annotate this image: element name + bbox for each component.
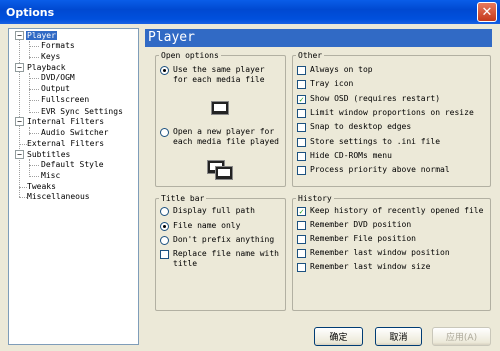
history-option-label[interactable]: Remember last window position (310, 248, 450, 258)
tree-guide-line (29, 73, 30, 113)
tree-item-dvd-ogm[interactable]: DVD/OGM (40, 72, 76, 83)
page-title: Player (145, 29, 492, 47)
history-option-label[interactable]: Remember File position (310, 234, 416, 244)
tree-guide-line (29, 100, 39, 101)
tree-item-default-style[interactable]: Default Style (40, 159, 105, 170)
window-title: Options (6, 5, 55, 19)
other-checkbox[interactable] (297, 123, 306, 133)
tree-item-label: Fullscreen (41, 95, 90, 104)
tree-item-label: Tweaks (27, 182, 56, 191)
tree-item-label: Audio Switcher (41, 128, 109, 137)
tree-guide-line (29, 46, 39, 47)
single-monitor-icon (211, 101, 229, 115)
other-checkbox[interactable]: ✓ (297, 94, 306, 104)
history-option-label[interactable]: Remember DVD position (310, 220, 411, 230)
tree-item-fullscreen[interactable]: Fullscreen (40, 94, 90, 105)
cancel-button[interactable]: 取消 (375, 327, 422, 346)
history-checkbox[interactable] (297, 235, 306, 244)
collapse-icon[interactable]: − (15, 31, 24, 40)
history-checkbox[interactable] (297, 263, 306, 272)
tree-guide-line (29, 165, 39, 166)
other-option-label[interactable]: Always on top (310, 65, 373, 75)
other-checkbox[interactable] (297, 66, 306, 75)
history-checkbox[interactable] (297, 249, 306, 258)
tree-item-label: Formats (41, 41, 75, 50)
new-player-label[interactable]: Open a new player for each media file pl… (173, 127, 283, 147)
tree-guide-line (29, 176, 39, 177)
tree-item-miscellaneous[interactable]: Miscellaneous (26, 191, 91, 202)
tree-item-audio-switcher[interactable]: Audio Switcher (40, 127, 109, 138)
tree-item-misc[interactable]: Misc (40, 170, 61, 181)
tree-guide-line (29, 159, 30, 177)
history-checkbox[interactable]: ✓ (297, 207, 306, 216)
tree-item-formats[interactable]: Formats (40, 40, 76, 51)
other-legend: Other (298, 51, 323, 60)
history-checkbox[interactable] (297, 221, 306, 230)
tree-item-label: Playback (27, 63, 66, 72)
history-legend: History (298, 194, 332, 203)
new-player-radio[interactable] (160, 128, 169, 137)
tree-guide-line (29, 133, 39, 134)
apply-button[interactable]: 应用(A) (432, 327, 491, 346)
tree-item-keys[interactable]: Keys (40, 51, 61, 62)
replace-with-title-label[interactable]: Replace file name with title (173, 249, 283, 269)
window-titlebar: Options (0, 0, 500, 24)
file-name-only-radio[interactable] (160, 222, 169, 231)
tree-guide-line (29, 57, 39, 58)
tree-guide-line (29, 112, 39, 113)
tree-item-label: Keys (41, 52, 61, 61)
tree-item-external-filters[interactable]: External Filters (26, 138, 105, 149)
collapse-icon[interactable]: − (15, 117, 24, 126)
tree-item-label: Misc (41, 171, 61, 180)
other-checkbox[interactable] (297, 80, 306, 90)
dont-prefix-radio[interactable] (160, 236, 169, 245)
file-name-only-label[interactable]: File name only (173, 221, 240, 231)
same-player-label[interactable]: Use the same player for each media file (173, 65, 283, 85)
history-option-label[interactable]: Remember last window size (310, 262, 430, 272)
close-icon[interactable]: ✕ (477, 2, 497, 22)
other-checkbox[interactable] (297, 137, 306, 147)
tree-item-label: Miscellaneous (27, 192, 90, 201)
collapse-icon[interactable]: − (15, 150, 24, 159)
tree-item-label: Output (41, 84, 70, 93)
dont-prefix-label[interactable]: Don't prefix anything (173, 235, 274, 245)
title-bar-legend: Title bar (161, 194, 205, 203)
other-option-label[interactable]: Snap to desktop edges (310, 122, 411, 132)
tree-guide-line (29, 78, 39, 79)
other-option-label[interactable]: Limit window proportions on resize (310, 108, 474, 118)
history-option-label[interactable]: Keep history of recently opened file (310, 206, 483, 216)
collapse-icon[interactable]: − (15, 63, 24, 72)
tree-item-label: Player (26, 31, 57, 40)
tree-item-label: Subtitles (27, 150, 71, 159)
tree-item-output[interactable]: Output (40, 83, 71, 94)
other-option-label[interactable]: Process priority above normal (310, 165, 450, 175)
other-option-label[interactable]: Tray icon (310, 79, 353, 89)
tree-item-label: DVD/OGM (41, 73, 75, 82)
ok-button[interactable]: 确定 (314, 327, 363, 346)
tree-item-internal-filters[interactable]: Internal Filters (26, 116, 105, 127)
same-player-radio[interactable] (160, 66, 169, 75)
display-full-path-radio[interactable] (160, 207, 169, 216)
tree-item-label: EVR Sync Settings (41, 107, 123, 116)
open-options-legend: Open options (161, 51, 219, 60)
settings-tree[interactable]: − Player Formats Keys − Playback DVD/OGM… (8, 28, 139, 345)
multi-monitor-icon (215, 166, 233, 180)
tree-item-label: Default Style (41, 160, 104, 169)
display-full-path-label[interactable]: Display full path (173, 206, 255, 216)
other-option-label[interactable]: Store settings to .ini file (310, 137, 440, 147)
tree-guide-line (29, 89, 39, 90)
other-option-label[interactable]: Show OSD (requires restart) (310, 94, 440, 104)
other-checkbox[interactable] (297, 108, 306, 118)
other-checkbox[interactable] (297, 151, 306, 161)
tree-item-label: Internal Filters (27, 117, 105, 126)
other-option-label[interactable]: Hide CD-ROMs menu (310, 151, 392, 161)
replace-with-title-checkbox[interactable] (160, 250, 169, 259)
other-checkbox[interactable] (297, 166, 306, 176)
tree-item-label: External Filters (27, 139, 105, 148)
